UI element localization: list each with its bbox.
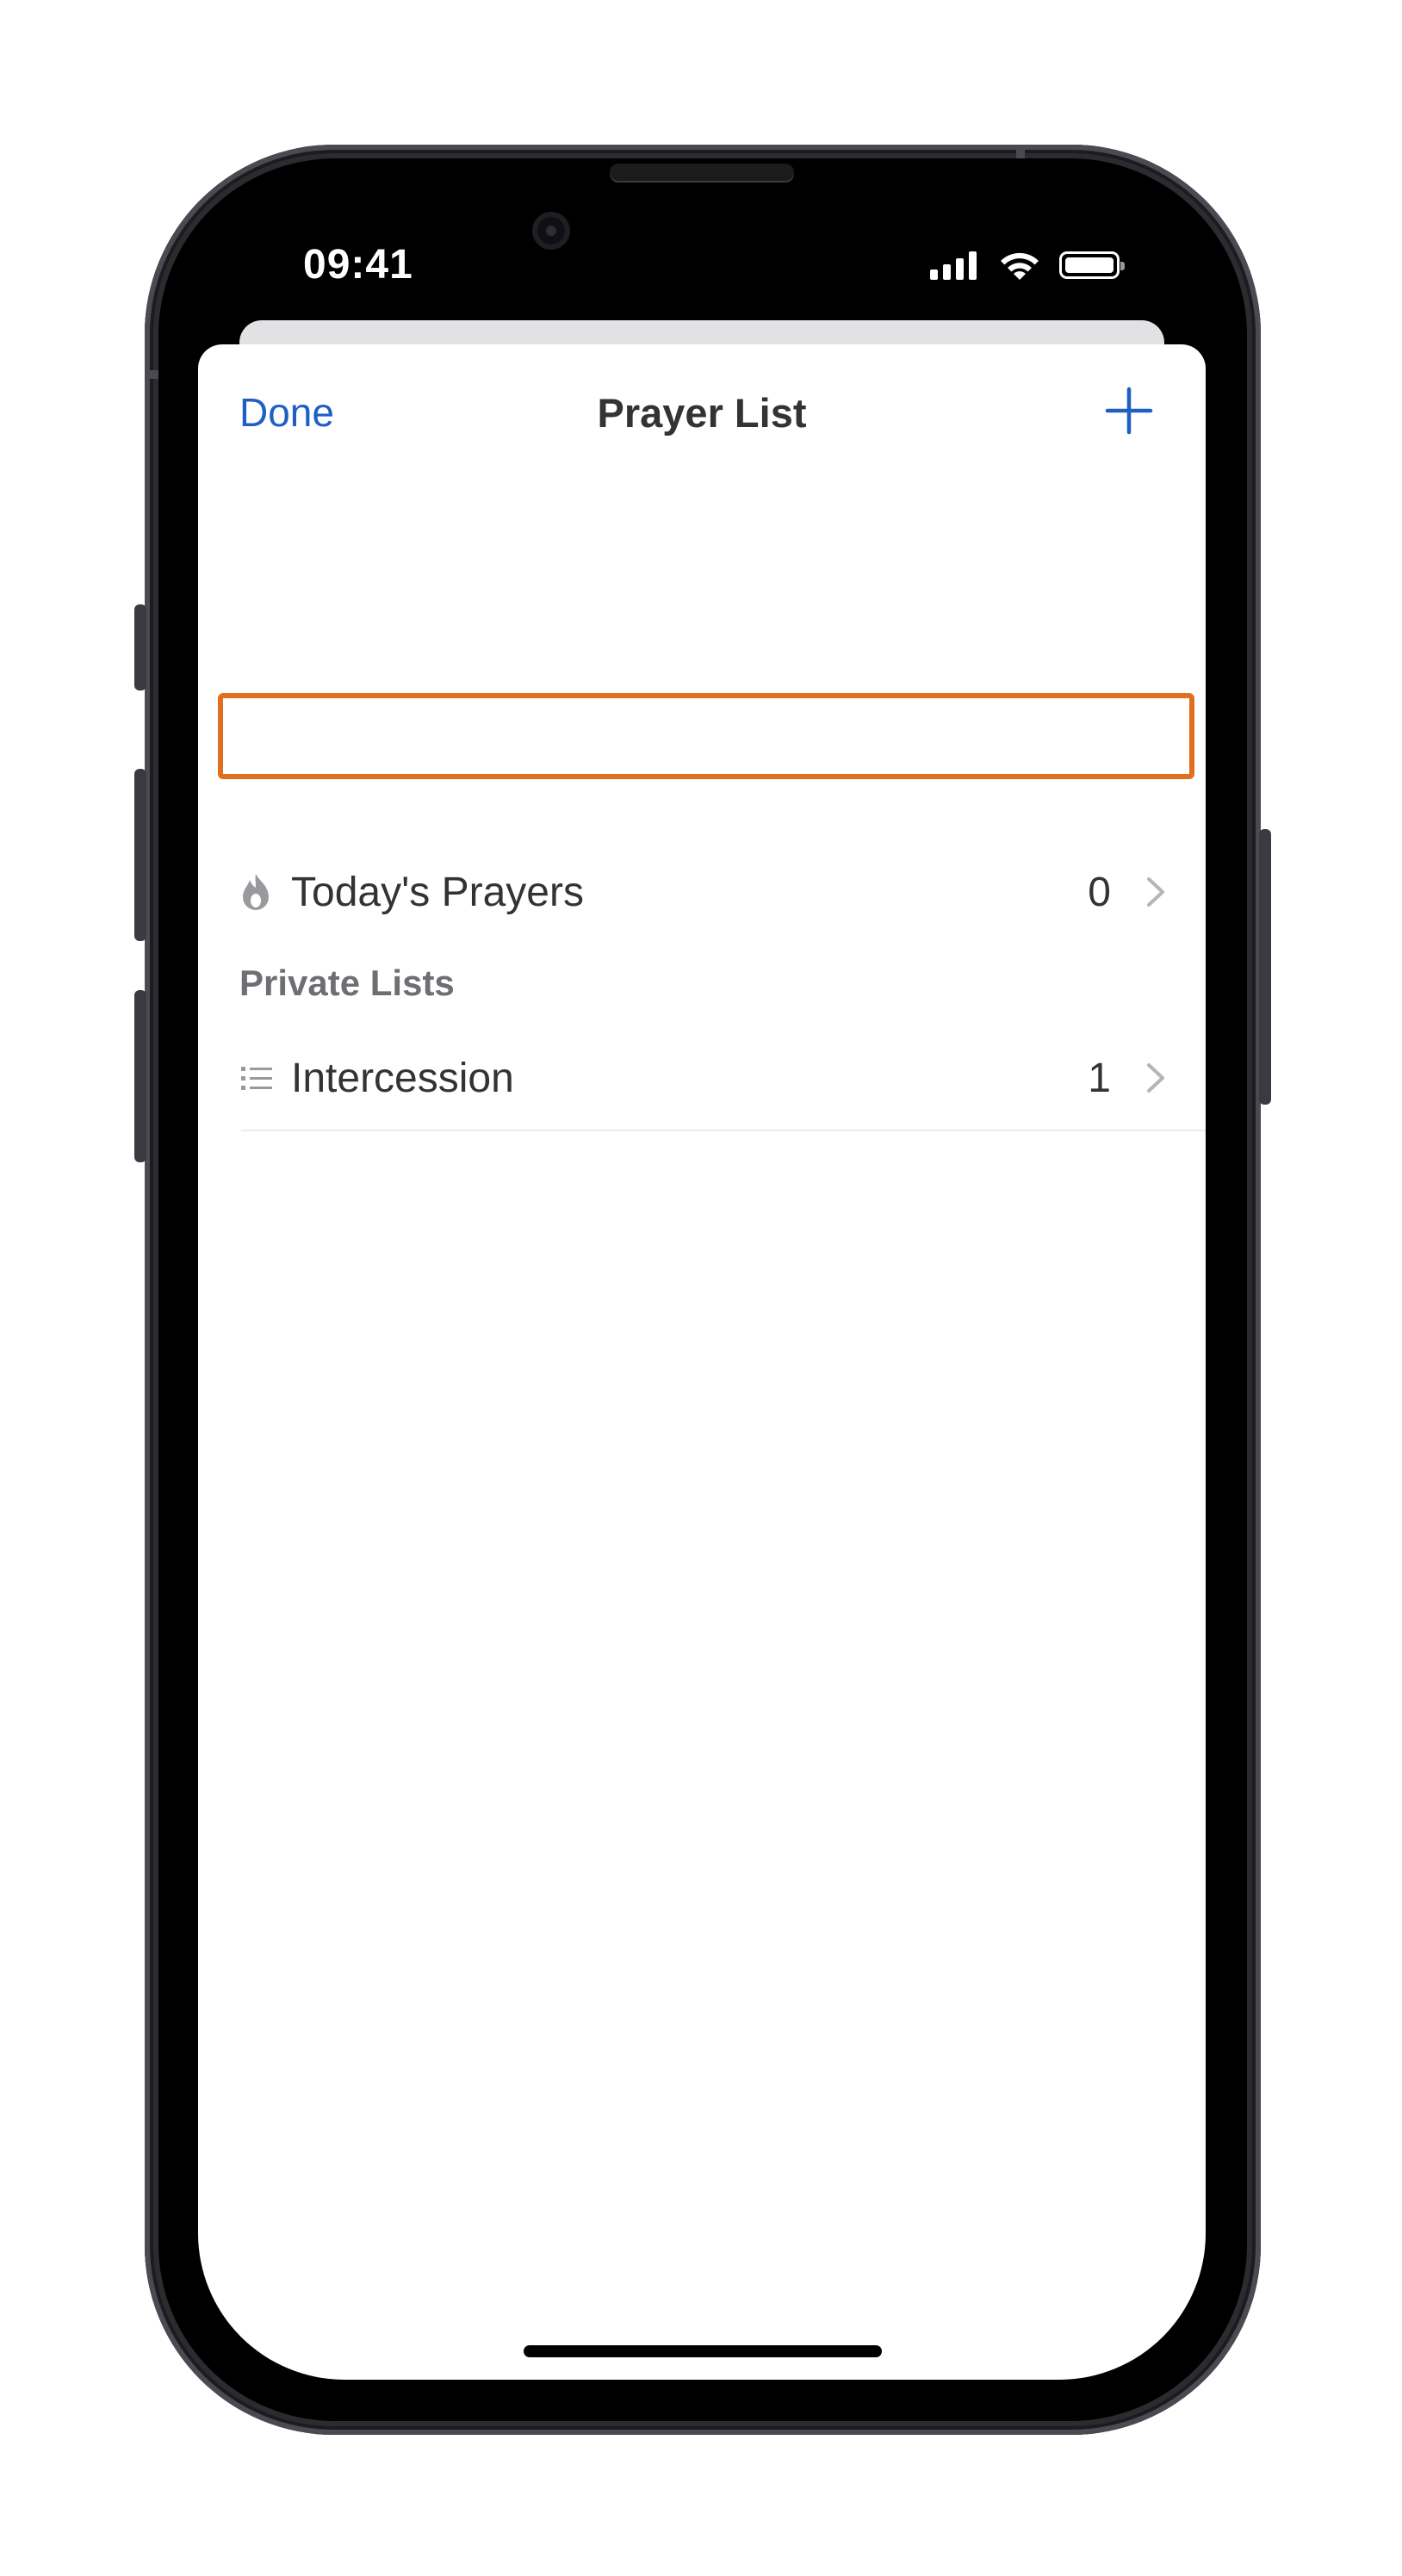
plus-icon[interactable]	[1104, 386, 1154, 436]
action-button	[134, 604, 146, 690]
cellular-signal-icon	[930, 251, 977, 280]
list-item-intercession[interactable]: Intercession 1	[239, 1040, 1206, 1116]
chevron-right-icon	[1147, 877, 1164, 907]
wifi-icon	[1001, 252, 1039, 280]
battery-icon	[1059, 251, 1125, 279]
navigation-bar: Done Prayer List	[198, 344, 1206, 491]
prayer-list-sheet: Done Prayer List Today's Prayers 0 Priva…	[198, 344, 1206, 2380]
page-title: Prayer List	[597, 390, 807, 436]
front-camera-icon	[532, 212, 570, 250]
todays-prayers-count: 0	[1088, 869, 1111, 915]
list-icon	[239, 1058, 276, 1098]
list-item-count: 1	[1088, 1055, 1111, 1101]
volume-down-button	[134, 990, 146, 1162]
todays-prayers-label: Today's Prayers	[291, 869, 584, 915]
flame-icon	[239, 872, 276, 912]
power-button	[1259, 829, 1271, 1105]
volume-up-button	[134, 769, 146, 941]
todays-prayers-row[interactable]: Today's Prayers 0	[239, 854, 1206, 930]
status-time: 09:41	[303, 242, 413, 288]
status-icons	[930, 248, 1125, 282]
section-header-private-lists: Private Lists	[239, 963, 455, 1003]
chevron-right-icon	[1147, 1063, 1164, 1093]
row-divider	[241, 1130, 1206, 1131]
home-indicator[interactable]	[524, 2345, 882, 2357]
earpiece-speaker	[610, 164, 794, 181]
list-item-label: Intercession	[291, 1055, 514, 1101]
